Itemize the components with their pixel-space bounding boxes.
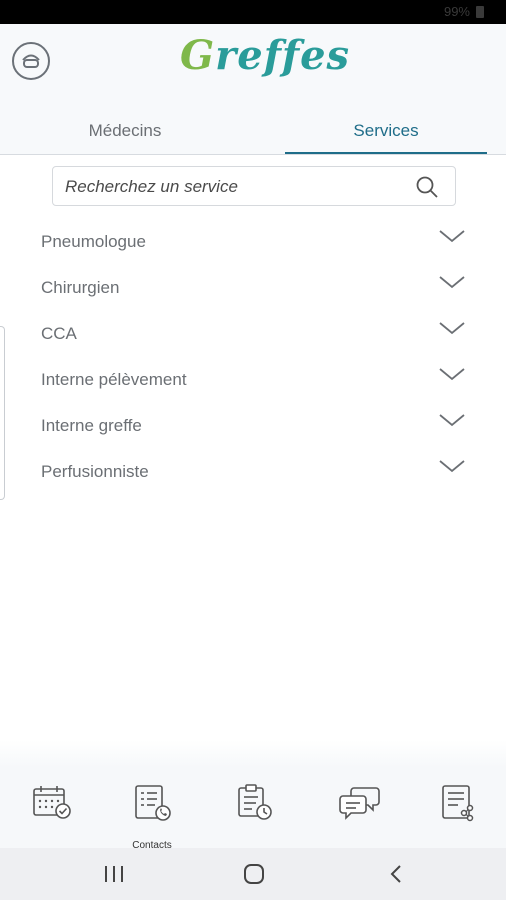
chevron-down-icon[interactable] (438, 320, 466, 336)
service-label: Interne greffe (41, 416, 142, 435)
service-label: CCA (41, 324, 77, 343)
clipboard-clock-icon (238, 784, 272, 820)
battery-icon (476, 6, 484, 18)
list-item[interactable]: Interne greffe (0, 402, 506, 448)
search-input[interactable] (63, 175, 397, 199)
list-item[interactable]: Chirurgien (0, 264, 506, 310)
nav-documents[interactable] (428, 784, 488, 844)
chevron-down-icon[interactable] (438, 366, 466, 382)
chevron-down-icon[interactable] (438, 228, 466, 244)
status-bar: 99% (0, 0, 506, 24)
app-header: Greffes Médecins Services (0, 24, 506, 154)
search-icon[interactable] (415, 175, 439, 199)
recent-apps-icon[interactable] (100, 862, 128, 886)
service-label: Perfusionniste (41, 462, 149, 481)
profile-button[interactable] (12, 42, 50, 80)
user-face-icon (22, 54, 40, 68)
chevron-down-icon[interactable] (438, 412, 466, 428)
logo-text-rest: reffes (215, 32, 351, 79)
list-item[interactable]: Interne pélèvement (0, 356, 506, 402)
document-share-icon (442, 785, 474, 822)
service-label: Pneumologue (41, 232, 146, 251)
app-logo: Greffes (180, 32, 350, 79)
tab-medecins[interactable]: Médecins (50, 118, 200, 154)
back-icon[interactable] (382, 862, 410, 886)
service-label: Chirurgien (41, 278, 120, 297)
system-nav-bar (0, 848, 506, 900)
nav-messages[interactable] (326, 784, 386, 844)
header-divider (0, 154, 506, 155)
chevron-down-icon[interactable] (438, 274, 466, 290)
bottom-shade (0, 740, 506, 768)
nav-calendar[interactable] (20, 784, 80, 844)
service-label: Interne pélèvement (41, 370, 187, 389)
chat-bubbles-icon (339, 787, 380, 820)
calendar-check-icon (33, 786, 71, 819)
search-box (52, 166, 456, 206)
list-item[interactable]: Perfusionniste (0, 448, 506, 494)
nav-contacts[interactable]: Contacts (122, 784, 182, 851)
nav-clipboard[interactable] (224, 784, 284, 844)
chevron-down-icon[interactable] (438, 458, 466, 474)
tab-bar: Médecins Services (0, 118, 506, 154)
tab-services[interactable]: Services (285, 118, 487, 154)
contacts-icon (135, 785, 171, 821)
list-item[interactable]: Pneumologue (0, 218, 506, 264)
list-item[interactable]: CCA (0, 310, 506, 356)
logo-text: G (180, 32, 216, 79)
bottom-nav: Contacts (0, 768, 506, 851)
home-icon[interactable] (240, 862, 268, 886)
battery-percentage: 99% (443, 4, 470, 19)
